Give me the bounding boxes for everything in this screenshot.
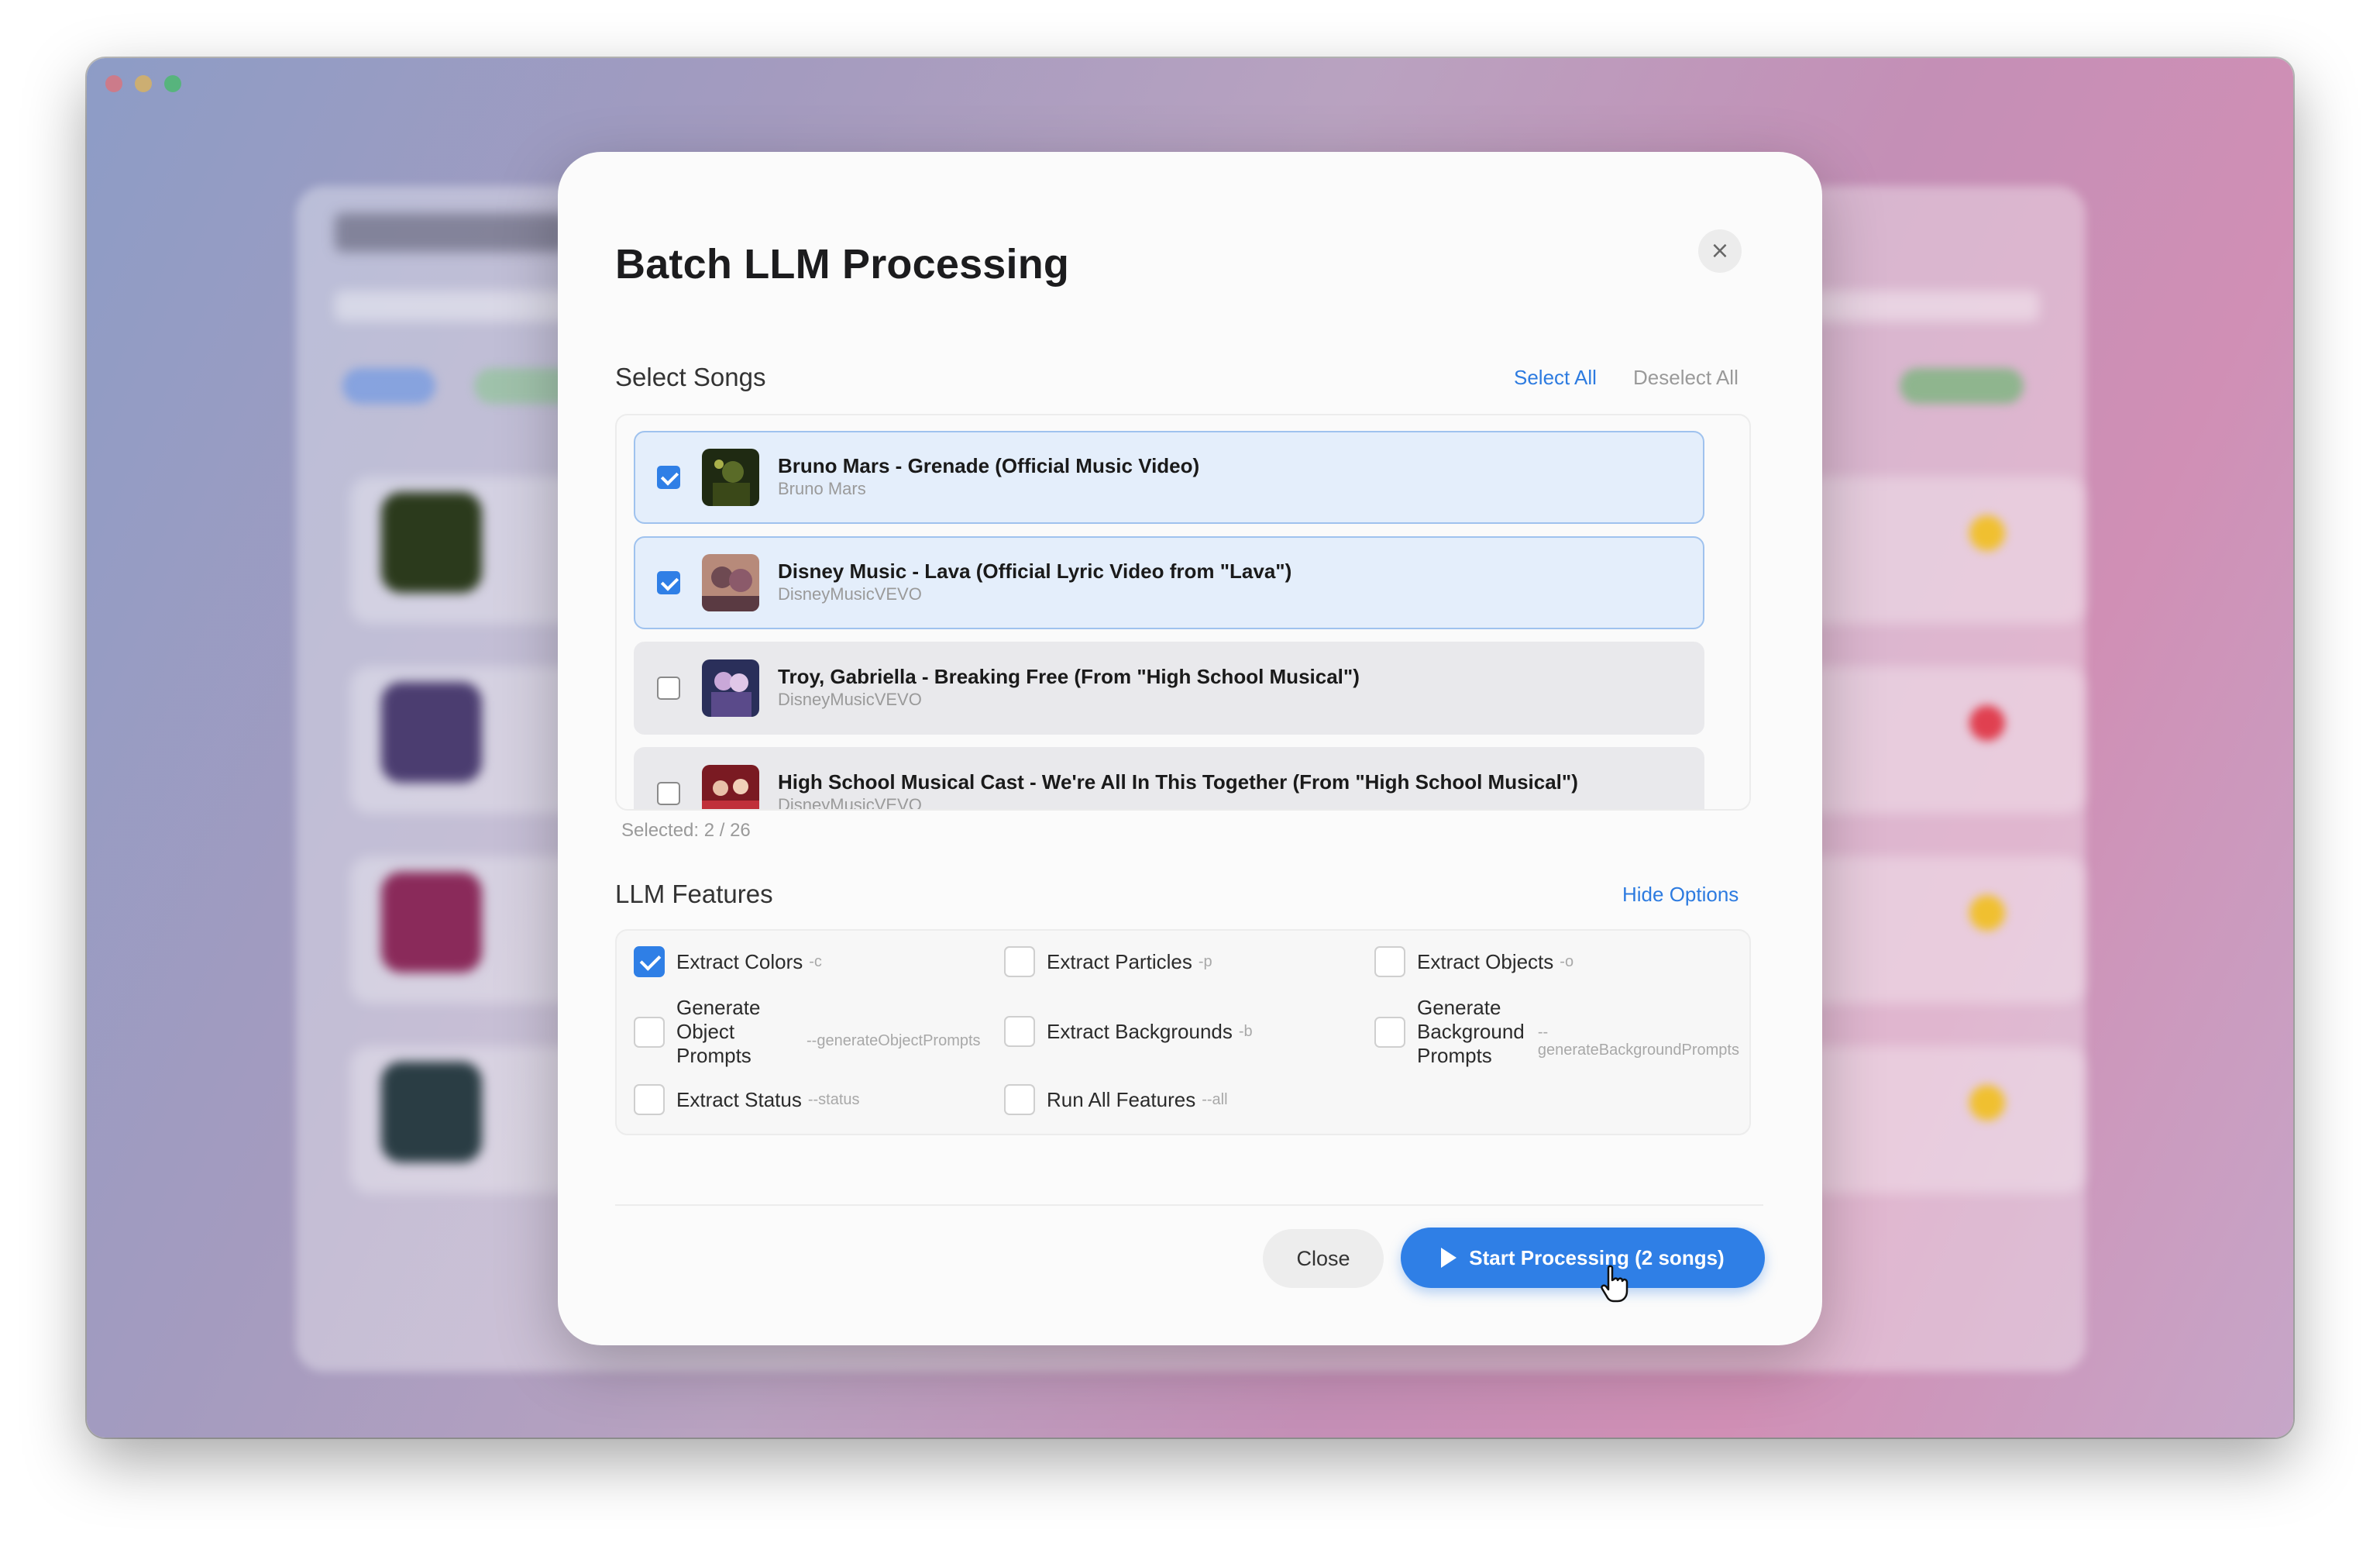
play-icon — [1441, 1248, 1457, 1268]
feature-label: Extract Status — [676, 1087, 802, 1111]
feature-flag: -b — [1238, 1022, 1253, 1040]
feature-label: Extract Objects — [1417, 949, 1554, 973]
feature-label: Extract Backgrounds — [1047, 1019, 1233, 1043]
batch-processing-modal: Batch LLM Processing × Select Songs Sele… — [558, 152, 1822, 1345]
feature-label: Generate Background Prompts — [1417, 996, 1525, 1067]
feature-checkbox[interactable] — [634, 946, 665, 977]
background-dot-blur — [1969, 1085, 2005, 1121]
background-thumb-blur — [381, 492, 482, 593]
feature-extract-colors[interactable]: Extract Colors -c — [634, 946, 822, 977]
zoom-window-icon[interactable] — [164, 75, 181, 92]
song-checkbox[interactable] — [657, 571, 680, 594]
feature-extract-particles[interactable]: Extract Particles -p — [1004, 946, 1212, 977]
song-title: Disney Music - Lava (Official Lyric Vide… — [778, 560, 1292, 583]
song-checkbox[interactable] — [657, 782, 680, 805]
background-thumb-blur — [381, 682, 482, 783]
song-thumbnail — [702, 765, 759, 809]
close-window-icon[interactable] — [105, 75, 122, 92]
feature-label: Extract Particles — [1047, 949, 1192, 973]
feature-flag: -p — [1198, 952, 1212, 970]
start-processing-button[interactable]: Start Processing (2 songs) — [1401, 1228, 1765, 1288]
song-artist: DisneyMusicVEVO — [778, 795, 922, 811]
song-row[interactable]: Disney Music - Lava (Official Lyric Vide… — [634, 536, 1704, 629]
feature-run-all[interactable]: Run All Features --all — [1004, 1084, 1228, 1115]
song-artist: DisneyMusicVEVO — [778, 584, 922, 604]
feature-checkbox[interactable] — [1004, 946, 1035, 977]
feature-checkbox[interactable] — [1374, 1016, 1405, 1048]
llm-features-label: LLM Features — [615, 880, 773, 908]
select-all-link[interactable]: Select All — [1514, 366, 1597, 390]
song-checkbox[interactable] — [657, 677, 680, 700]
song-thumbnail — [702, 659, 759, 717]
song-thumbnail — [702, 554, 759, 611]
song-thumbnail — [702, 449, 759, 506]
background-dot-blur — [1969, 705, 2005, 741]
feature-label: Extract Colors — [676, 949, 803, 973]
modal-title: Batch LLM Processing — [615, 241, 1070, 288]
close-button[interactable]: Close — [1263, 1229, 1384, 1288]
deselect-all-link[interactable]: Deselect All — [1633, 366, 1739, 390]
background-title-blur — [335, 213, 567, 252]
background-thumb-blur — [381, 872, 482, 973]
song-row[interactable]: Troy, Gabriella - Breaking Free (From "H… — [634, 642, 1704, 735]
background-thumb-blur — [381, 1062, 482, 1162]
hide-options-link[interactable]: Hide Options — [1622, 883, 1739, 907]
minimize-window-icon[interactable] — [135, 75, 152, 92]
features-panel: Extract Colors -c Extract Particles -p E… — [615, 929, 1751, 1135]
feature-checkbox[interactable] — [1374, 946, 1405, 977]
window-controls — [105, 75, 181, 92]
feature-generate-background-prompts[interactable]: Generate Background Prompts --generateBa… — [1374, 996, 1749, 1068]
close-icon[interactable]: × — [1698, 229, 1742, 273]
feature-flag: --generateBackgroundPrompts — [1537, 1023, 1739, 1059]
feature-flag: --all — [1202, 1090, 1228, 1108]
song-artist: Bruno Mars — [778, 479, 866, 498]
feature-checkbox[interactable] — [634, 1016, 665, 1048]
feature-checkbox[interactable] — [1004, 1084, 1035, 1115]
background-chip-blur — [342, 368, 435, 404]
hand-cursor-icon — [1601, 1265, 1629, 1303]
feature-label: Run All Features — [1047, 1087, 1196, 1111]
song-checkbox[interactable] — [657, 466, 680, 489]
song-title: High School Musical Cast - We're All In … — [778, 770, 1578, 794]
select-songs-label: Select Songs — [615, 363, 766, 391]
feature-flag: --status — [807, 1090, 860, 1108]
feature-flag: --generateObjectPrompts — [807, 1032, 981, 1049]
feature-extract-status[interactable]: Extract Status --status — [634, 1084, 860, 1115]
feature-label: Generate Object Prompts — [676, 996, 761, 1067]
background-chip-blur — [1900, 368, 2024, 404]
song-row[interactable]: Bruno Mars - Grenade (Official Music Vid… — [634, 431, 1704, 524]
song-list[interactable]: Bruno Mars - Grenade (Official Music Vid… — [615, 414, 1751, 811]
feature-checkbox[interactable] — [634, 1084, 665, 1115]
selected-count: Selected: 2 / 26 — [621, 820, 751, 841]
feature-flag: -o — [1560, 952, 1574, 970]
song-artist: DisneyMusicVEVO — [778, 690, 922, 709]
feature-extract-backgrounds[interactable]: Extract Backgrounds -b — [1004, 1016, 1253, 1047]
song-title: Troy, Gabriella - Breaking Free (From "H… — [778, 665, 1360, 688]
background-dot-blur — [1969, 895, 2005, 931]
background-dot-blur — [1969, 515, 2005, 551]
feature-checkbox[interactable] — [1004, 1016, 1035, 1047]
song-row[interactable]: High School Musical Cast - We're All In … — [634, 747, 1704, 811]
feature-generate-object-prompts[interactable]: Generate Object Prompts --generateObject… — [634, 996, 981, 1068]
footer-divider — [615, 1204, 1763, 1206]
feature-extract-objects[interactable]: Extract Objects -o — [1374, 946, 1573, 977]
start-processing-label: Start Processing (2 songs) — [1469, 1245, 1725, 1269]
feature-flag: -c — [809, 952, 822, 970]
song-title: Bruno Mars - Grenade (Official Music Vid… — [778, 454, 1200, 477]
